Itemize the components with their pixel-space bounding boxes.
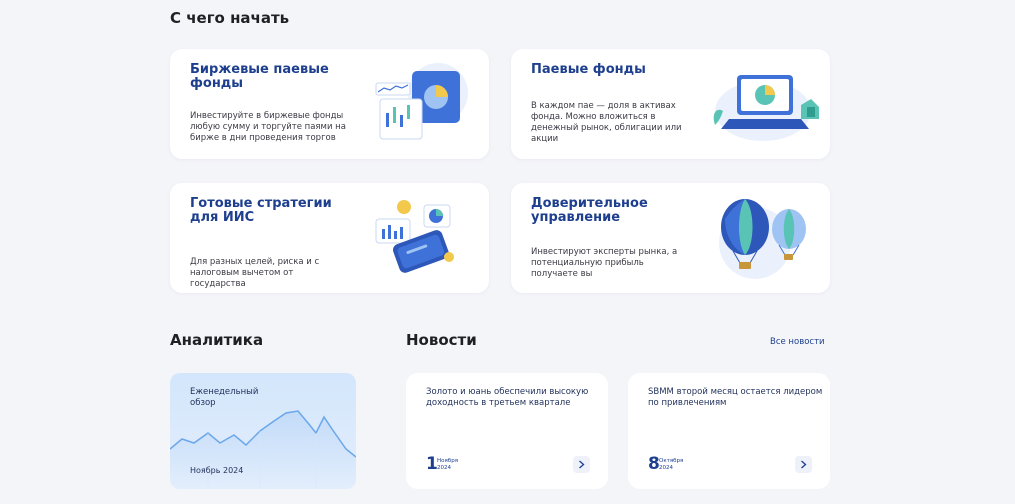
- card-mutual-funds[interactable]: Паевые фонды В каждом пае — доля в актив…: [511, 49, 830, 159]
- card-etf-title: Биржевые паевые фонды: [190, 62, 329, 91]
- laptop-pie-illustration-icon: [713, 75, 819, 141]
- card-trust-management-description: Инвестируют эксперты рынка, а потенциаль…: [531, 247, 678, 279]
- all-news-link[interactable]: Все новости: [770, 337, 825, 347]
- weekly-review-card[interactable]: Еженедельный обзор Ноябрь 2024: [170, 373, 356, 489]
- news-card[interactable]: SBMM второй месяц остается лидером по пр…: [628, 373, 830, 489]
- card-trust-management[interactable]: Доверительное управление Инвестируют экс…: [511, 183, 830, 293]
- card-mutual-funds-description: В каждом пае — доля в активах фонда. Мож…: [531, 101, 682, 144]
- start-section-title: С чего начать: [170, 9, 290, 27]
- card-etf[interactable]: Биржевые паевые фонды Инвестируйте в бир…: [170, 49, 489, 159]
- news-card-open-button[interactable]: [795, 456, 812, 473]
- chart-tablet-illustration-icon: [375, 63, 468, 140]
- news-card-year: 2024: [437, 465, 451, 471]
- news-section-title: Новости: [406, 331, 477, 349]
- chevron-right-icon: [579, 460, 585, 469]
- news-card-month: Октября: [659, 458, 684, 464]
- news-card-year: 2024: [659, 465, 673, 471]
- card-iis-strategies[interactable]: Готовые стратегии для ИИС Для разных цел…: [170, 183, 489, 293]
- card-iis-strategies-title: Готовые стратегии для ИИС: [190, 196, 332, 225]
- news-card-open-button[interactable]: [573, 456, 590, 473]
- hot-air-balloons-illustration-icon: [719, 199, 806, 279]
- weekly-review-title: Еженедельный обзор: [190, 387, 259, 408]
- news-card-month-year: Октября 2024: [659, 458, 683, 472]
- analytics-section-title: Аналитика: [170, 331, 264, 349]
- news-card-title: Золото и юань обеспечили высокую доходно…: [426, 387, 589, 408]
- chevron-right-icon: [801, 460, 807, 469]
- news-card-month: Ноября: [437, 458, 459, 464]
- card-trust-management-title: Доверительное управление: [531, 196, 648, 225]
- news-card-title: SBMM второй месяц остается лидером по пр…: [648, 387, 823, 408]
- news-card[interactable]: Золото и юань обеспечили высокую доходно…: [406, 373, 608, 489]
- card-mutual-funds-title: Паевые фонды: [531, 62, 646, 77]
- analytics-chart-decoration: [170, 410, 356, 489]
- card-etf-description: Инвестируйте в биржевые фонды любую сумм…: [190, 111, 346, 143]
- card-iis-strategies-description: Для разных целей, риска и с налоговым вы…: [190, 257, 320, 289]
- news-card-month-year: Ноября 2024: [437, 458, 458, 472]
- phone-coins-illustration-icon: [375, 200, 454, 273]
- weekly-review-date: Ноябрь 2024: [190, 466, 244, 475]
